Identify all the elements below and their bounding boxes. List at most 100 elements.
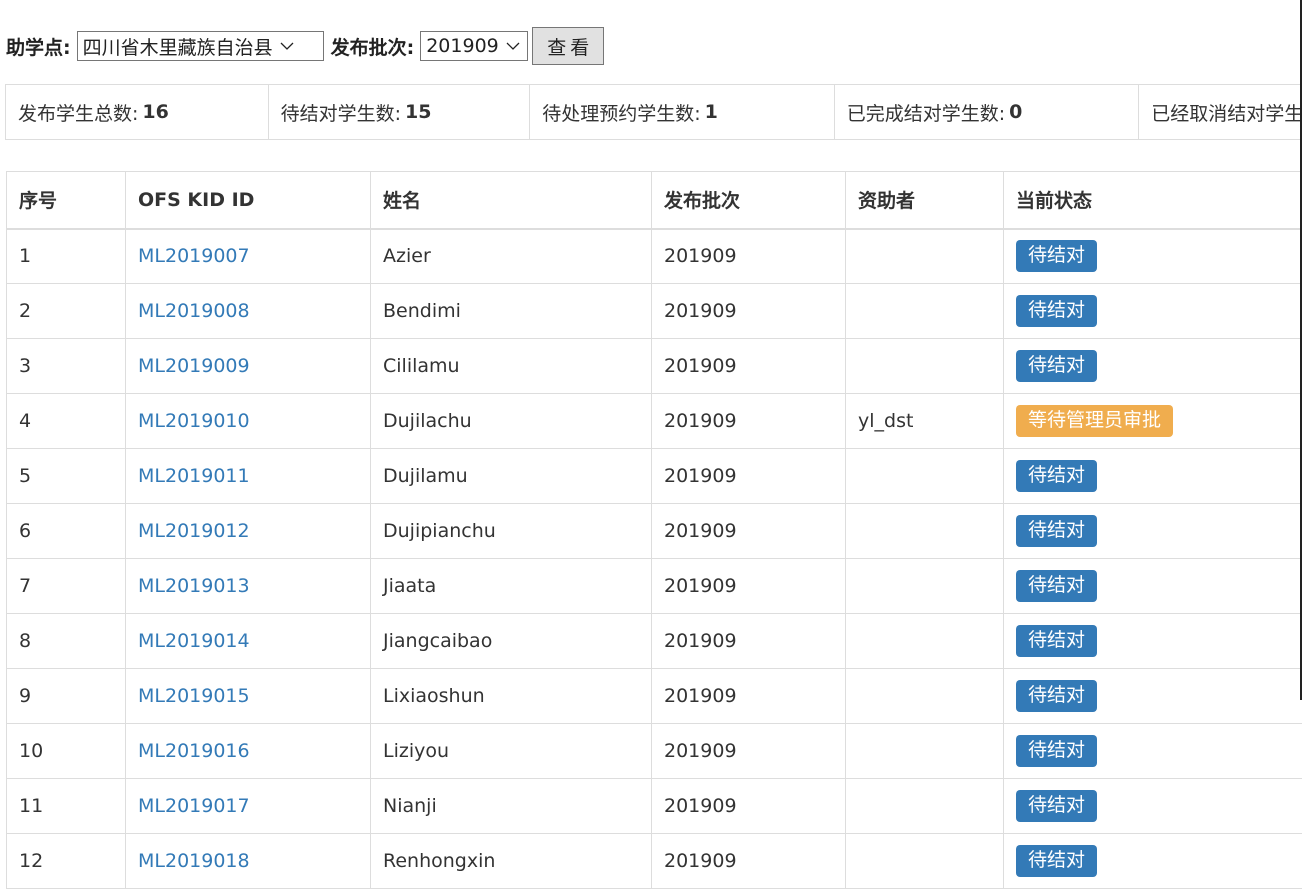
cell-batch: 201909 [652,504,846,559]
cell-name: Dujilamu [371,449,652,504]
cell-kid-id: ML2019009 [126,339,371,394]
kid-id-link[interactable]: ML2019009 [138,355,250,377]
cell-name: Cililamu [371,339,652,394]
status-badge: 待结对 [1016,735,1097,767]
status-badge: 待结对 [1016,790,1097,822]
kid-id-link[interactable]: ML2019016 [138,740,250,762]
cell-kid-id: ML2019018 [126,834,371,889]
cell-sponsor [846,669,1004,724]
cell-status: 待结对 [1004,449,1302,504]
status-badge: 待结对 [1016,460,1097,492]
site-select[interactable]: 四川省木里藏族自治县 [77,31,324,61]
kid-id-link[interactable]: ML2019013 [138,575,250,597]
table-row: 1 ML2019007 Azier201909 待结对 [7,229,1302,284]
cell-batch: 201909 [652,449,846,504]
cell-status: 待结对 [1004,724,1302,779]
stat-label: 待结对学生数: [281,99,401,126]
chevron-down-icon [505,38,521,54]
cell-no: 10 [7,724,126,779]
cell-sponsor [846,229,1004,284]
cell-sponsor: yl_dst [846,394,1004,449]
status-badge: 待结对 [1016,570,1097,602]
stat-completed: 已完成结对学生数: 0 [835,85,1140,139]
kid-id-link[interactable]: ML2019012 [138,520,250,542]
cell-name: Bendimi [371,284,652,339]
stat-pending: 待结对学生数: 15 [269,85,531,139]
header-status[interactable]: 当前状态 [1004,172,1302,229]
cell-name: Azier [371,229,652,284]
cell-no: 7 [7,559,126,614]
cell-status: 待结对 [1004,339,1302,394]
chevron-down-icon [279,38,295,54]
cell-status: 待结对 [1004,559,1302,614]
table-row: 10 ML2019016 Liziyou201909 待结对 [7,724,1302,779]
cell-sponsor [846,559,1004,614]
cell-kid-id: ML2019015 [126,669,371,724]
table-row: 7ML2019013Jiaata201909待结对 [7,559,1302,614]
cell-kid-id: ML2019007 [126,229,371,284]
filter-bar: 助学点: 四川省木里藏族自治县 发布批次: 201909 查看 [6,27,604,65]
stat-awaiting: 待处理预约学生数: 1 [530,85,835,139]
cell-batch: 201909 [652,339,846,394]
student-table: 序号 OFS KID ID 姓名 发布批次 资助者 当前状态 1 ML201900… [6,171,1302,889]
view-button[interactable]: 查看 [532,27,604,65]
cell-kid-id: ML2019011 [126,449,371,504]
header-sponsor[interactable]: 资助者 [846,172,1004,229]
cell-status: 待结对 [1004,229,1302,284]
batch-select-value: 201909 [426,35,499,57]
kid-id-link[interactable]: ML2019010 [138,410,250,432]
cell-batch: 201909 [652,284,846,339]
cell-batch: 201909 [652,229,846,284]
cell-kid-id: ML2019008 [126,284,371,339]
cell-name: Liziyou [371,724,652,779]
cell-name: Lixiaoshun [371,669,652,724]
cell-batch: 201909 [652,779,846,834]
kid-id-link[interactable]: ML2019011 [138,465,250,487]
cell-sponsor [846,614,1004,669]
header-name[interactable]: 姓名 [371,172,652,229]
cell-status: 等待管理员审批 [1004,394,1302,449]
header-no[interactable]: 序号 [7,172,126,229]
kid-id-link[interactable]: ML2019007 [138,245,250,267]
cell-sponsor [846,834,1004,889]
table-row: 3ML2019009Cililamu201909待结对 [7,339,1302,394]
cell-name: Nianji [371,779,652,834]
stat-label: 发布学生总数: [18,99,138,126]
cell-sponsor [846,504,1004,559]
student-table-container: 序号 OFS KID ID 姓名 发布批次 资助者 当前状态 1 ML201900… [6,171,1302,889]
stat-label: 已经取消结对学生数: [1151,99,1302,126]
cell-batch: 201909 [652,724,846,779]
table-row: 11 ML2019017 Nianji201909 待结对 [7,779,1302,834]
table-row: 6ML2019012Dujipianchu201909待结对 [7,504,1302,559]
site-label: 助学点: [6,33,71,60]
kid-id-link[interactable]: ML2019008 [138,300,250,322]
status-badge: 待结对 [1016,845,1097,877]
cell-sponsor [846,339,1004,394]
cell-no: 5 [7,449,126,504]
cell-no: 1 [7,229,126,284]
cell-name: Dujilachu [371,394,652,449]
table-header-row: 序号 OFS KID ID 姓名 发布批次 资助者 当前状态 [7,172,1302,229]
kid-id-link[interactable]: ML2019017 [138,795,250,817]
table-row: 12ML2019018Renhongxin201909待结对 [7,834,1302,889]
header-kid-id[interactable]: OFS KID ID [126,172,371,229]
cell-no: 11 [7,779,126,834]
table-row: 9ML2019015Lixiaoshun201909待结对 [7,669,1302,724]
cell-no: 12 [7,834,126,889]
cell-kid-id: ML2019017 [126,779,371,834]
cell-sponsor [846,449,1004,504]
kid-id-link[interactable]: ML2019018 [138,850,250,872]
cell-sponsor [846,724,1004,779]
cell-batch: 201909 [652,394,846,449]
cell-no: 8 [7,614,126,669]
status-badge: 等待管理员审批 [1016,405,1173,437]
cell-batch: 201909 [652,834,846,889]
table-row: 4ML2019010Dujilachu201909yl_dst等待管理员审批 [7,394,1302,449]
kid-id-link[interactable]: ML2019014 [138,630,250,652]
header-batch[interactable]: 发布批次 [652,172,846,229]
batch-select[interactable]: 201909 [420,31,528,61]
kid-id-link[interactable]: ML2019015 [138,685,250,707]
cell-kid-id: ML2019013 [126,559,371,614]
cell-batch: 201909 [652,614,846,669]
table-body: 1ML2019007Azier201909待结对2ML2019008Bendim… [7,229,1302,889]
